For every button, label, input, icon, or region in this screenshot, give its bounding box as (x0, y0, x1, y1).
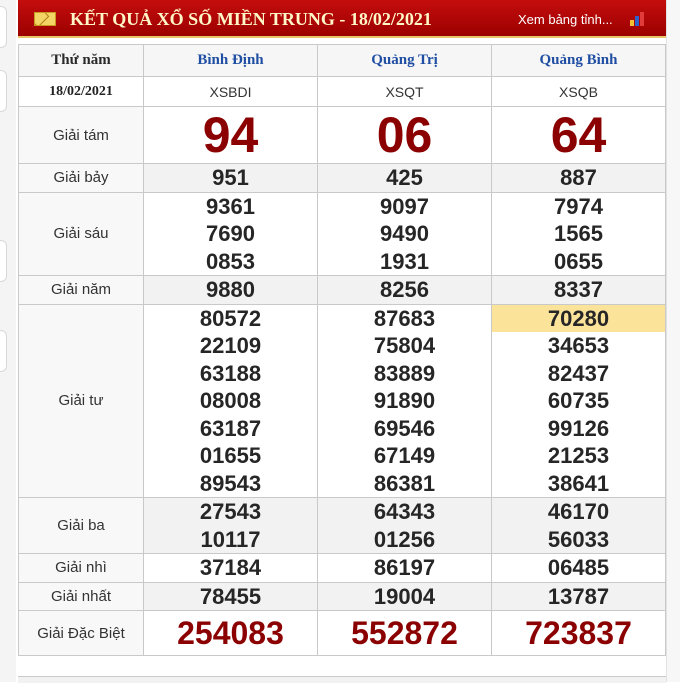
scrollbar-track[interactable] (666, 0, 680, 682)
codes-row: 18/02/2021 XSBDI XSQT XSQB (18, 76, 666, 107)
prize-number: 425 (317, 163, 492, 193)
prize-number: 8256 (317, 275, 492, 305)
province-qt[interactable]: Quảng Trị (317, 44, 492, 77)
prize-number: 8337 (491, 275, 666, 305)
prize-numbers: 46170 56033 (491, 497, 666, 554)
prize-numbers: 87683 75804 83889 91890 69546 67149 8638… (317, 303, 492, 498)
prize-row-6: Giải sáu 9361 7690 0853 9097 9490 1931 7… (18, 191, 666, 276)
results-table: Thứ năm Bình Định Quảng Trị Quảng Bình 1… (18, 44, 666, 656)
prize-number: 951 (143, 163, 318, 193)
prize-label: Giải năm (18, 275, 144, 305)
code-qt: XSQT (317, 76, 492, 107)
prize-row-special: Giải Đặc Biệt 254083 552872 723837 (18, 610, 666, 656)
draw-date: 18/02/2021 (18, 76, 144, 107)
prize-number: 19004 (317, 581, 492, 611)
prize-numbers: 64343 01256 (317, 497, 492, 554)
sidebar-tab[interactable] (0, 70, 7, 112)
prize-row-1: Giải nhất 78455 19004 13787 (18, 581, 666, 611)
prize-number: 94 (143, 106, 318, 164)
prize-numbers: 70280 34653 82437 60735 99126 21253 3864… (491, 303, 666, 498)
prize-row-8: Giải tám 94 06 64 (18, 106, 666, 164)
prize-row-7: Giải bảy 951 425 887 (18, 163, 666, 193)
prize-row-3: Giải ba 27543 10117 64343 01256 46170 56… (18, 497, 666, 554)
highlighted-number: 70280 (492, 304, 665, 332)
table-header-row: Thứ năm Bình Định Quảng Trị Quảng Bình (18, 44, 666, 77)
code-bd: XSBDI (143, 76, 318, 107)
prize-number: 887 (491, 163, 666, 193)
bar-chart-icon[interactable] (630, 10, 648, 26)
page-title: KẾT QUẢ XỔ SỐ MIỀN TRUNG - 18/02/2021 (70, 9, 432, 29)
prize-row-4: Giải tư 80572 22109 63188 08008 63187 01… (18, 303, 666, 498)
jackpot-number: 254083 (143, 610, 318, 656)
results-header: KẾT QUẢ XỔ SỐ MIỀN TRUNG - 18/02/2021 Xe… (18, 0, 666, 38)
prize-number: 37184 (143, 553, 318, 583)
prize-numbers: 9097 9490 1931 (317, 191, 492, 276)
prize-number: 06 (317, 106, 492, 164)
prize-numbers: 9361 7690 0853 (143, 191, 318, 276)
province-table-link[interactable]: Xem bảng tỉnh... (518, 12, 613, 27)
prize-number: 13787 (491, 581, 666, 611)
prize-label: Giải nhì (18, 553, 144, 583)
prize-numbers: 27543 10117 (143, 497, 318, 554)
prize-label: Giải tám (18, 106, 144, 164)
prize-numbers: 80572 22109 63188 08008 63187 01655 8954… (143, 303, 318, 498)
left-sidebar-edge (0, 0, 16, 682)
prize-label: Giải tư (18, 303, 144, 498)
day-label: Thứ năm (18, 44, 144, 77)
prize-label: Giải sáu (18, 191, 144, 276)
prize-number: 78455 (143, 581, 318, 611)
prize-number: 64 (491, 106, 666, 164)
prize-label: Giải Đặc Biệt (18, 610, 144, 656)
mail-icon (34, 12, 56, 26)
sidebar-tab[interactable] (0, 240, 7, 282)
prize-number: 9880 (143, 275, 318, 305)
prize-row-2: Giải nhì 37184 86197 06485 (18, 553, 666, 583)
jackpot-number: 723837 (491, 610, 666, 656)
prize-label: Giải nhất (18, 581, 144, 611)
prize-label: Giải ba (18, 497, 144, 554)
prize-number: 86197 (317, 553, 492, 583)
sidebar-tab[interactable] (0, 6, 7, 48)
prize-number: 06485 (491, 553, 666, 583)
prize-label: Giải bảy (18, 163, 144, 193)
prize-row-5: Giải năm 9880 8256 8337 (18, 275, 666, 305)
sidebar-tab[interactable] (0, 330, 7, 372)
province-qb[interactable]: Quảng Bình (491, 44, 666, 77)
prize-numbers: 7974 1565 0655 (491, 191, 666, 276)
code-qb: XSQB (491, 76, 666, 107)
jackpot-number: 552872 (317, 610, 492, 656)
province-bd[interactable]: Bình Định (143, 44, 318, 77)
